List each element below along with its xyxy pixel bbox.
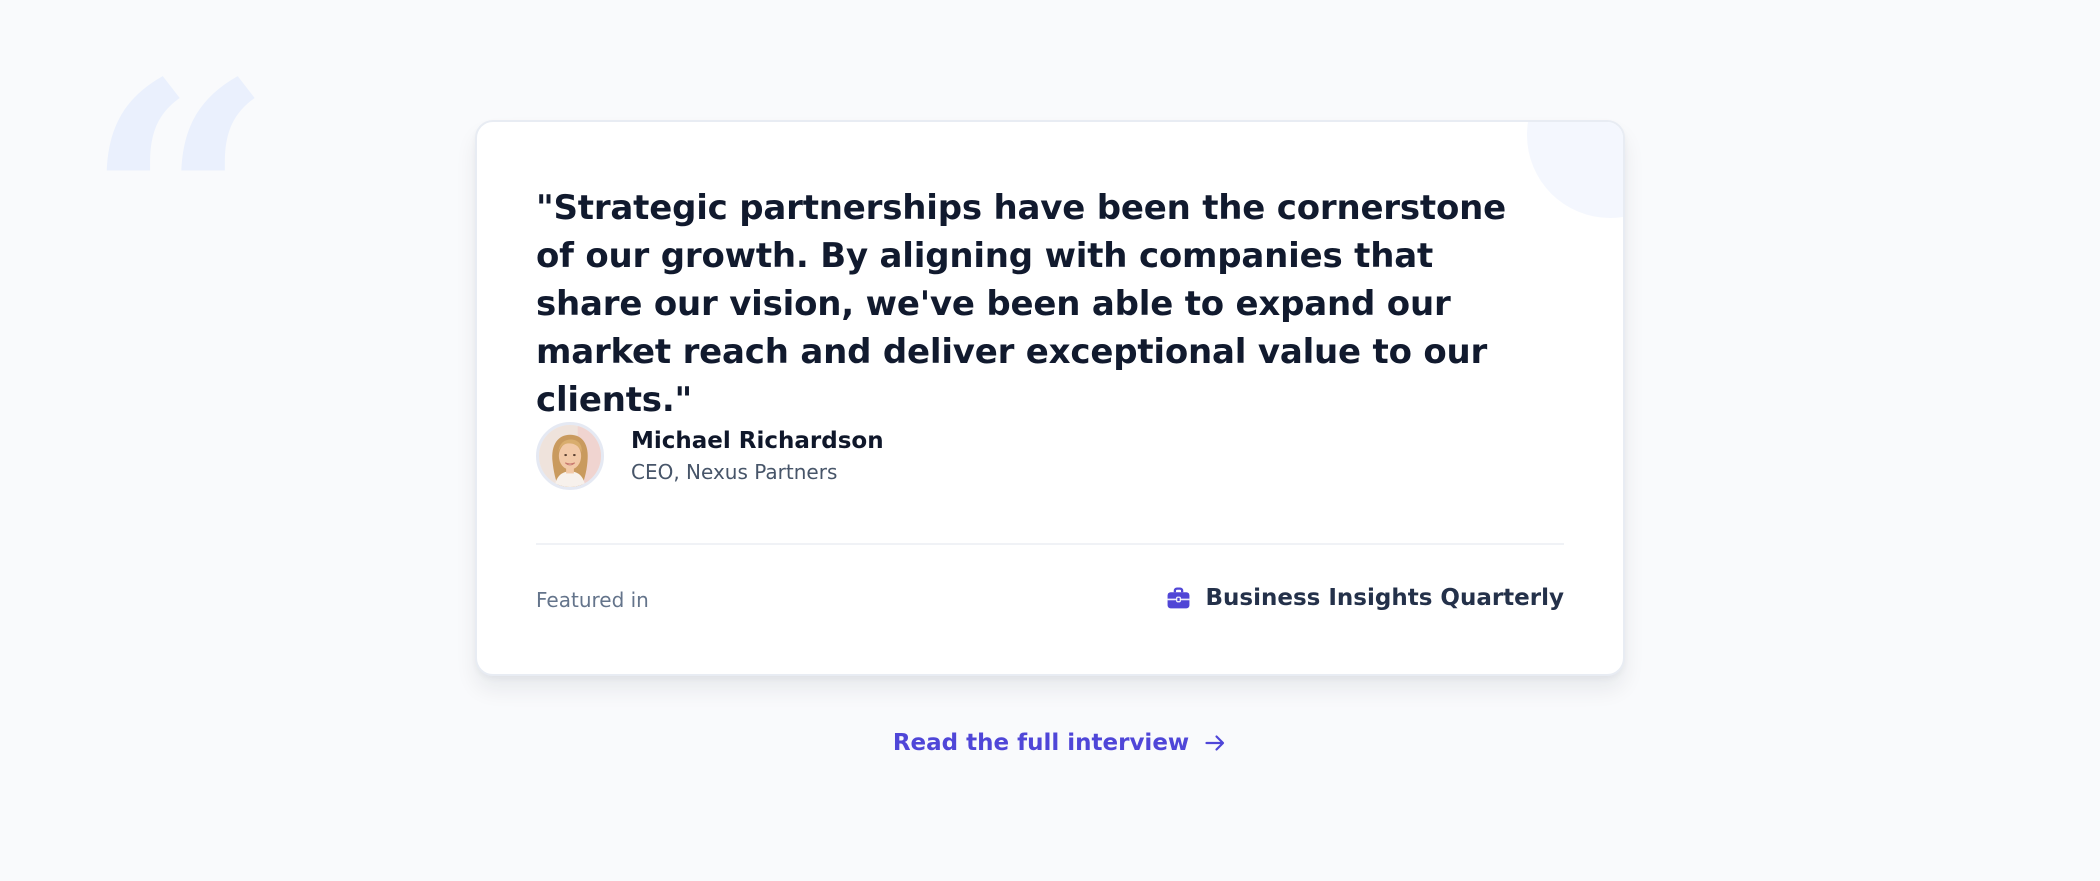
avatar-photo-icon	[539, 425, 601, 487]
read-full-interview-label: Read the full interview	[892, 730, 1190, 756]
read-full-interview-link[interactable]: Read the full interview	[873, 727, 1227, 759]
testimonial-card: "Strategic partnerships have been the co…	[475, 120, 1625, 676]
testimonial-quote: "Strategic partnerships have been the co…	[536, 188, 1506, 420]
card-divider	[536, 543, 1564, 545]
cta-row: Read the full interview	[0, 727, 2100, 759]
decorative-quote-icon: “	[84, 11, 274, 399]
author-name: Michael Richardson	[631, 427, 884, 454]
author-role: CEO, Nexus Partners	[631, 459, 838, 484]
briefcase-icon	[1167, 587, 1189, 609]
author-avatar	[536, 422, 604, 490]
publication-name: Business Insights Quarterly	[1205, 585, 1564, 611]
featured-in-label: Featured in	[536, 588, 649, 612]
card-corner-decoration	[1527, 122, 1623, 218]
publication-badge: Business Insights Quarterly	[1166, 582, 1564, 614]
arrow-right-icon	[1205, 735, 1225, 751]
author-block: Michael Richardson CEO, Nexus Partners	[536, 422, 884, 490]
